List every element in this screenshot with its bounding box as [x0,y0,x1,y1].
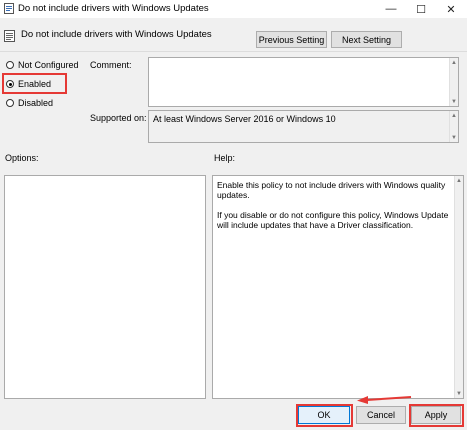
radio-not-configured-label: Not Configured [18,60,79,70]
help-paragraph: If you disable or do not configure this … [217,210,449,230]
radio-not-configured-circle[interactable] [6,61,14,69]
next-setting-button[interactable]: Next Setting [331,31,402,48]
supported-on-field: At least Windows Server 2016 or Windows … [148,110,459,143]
radio-disabled[interactable]: Disabled [6,98,53,108]
comment-label: Comment: [90,60,132,70]
policy-title: Do not include drivers with Windows Upda… [21,29,212,40]
scroll-up-icon[interactable]: ▲ [455,176,463,185]
supported-on-value: At least Windows Server 2016 or Windows … [153,114,336,124]
minimize-button[interactable]: — [376,0,406,18]
scroll-up-icon[interactable]: ▲ [450,58,458,67]
scroll-down-icon[interactable]: ▼ [455,389,463,398]
previous-setting-button[interactable]: Previous Setting [256,31,327,48]
minimize-icon: — [385,3,397,15]
supported-scrollbar[interactable]: ▲ ▼ [449,111,458,142]
policy-setting-icon [4,30,15,42]
help-scrollbar[interactable]: ▲ ▼ [454,176,463,398]
help-paragraph: Enable this policy to not include driver… [217,180,446,200]
apply-button[interactable]: Apply [411,406,461,424]
help-text: Enable this policy to not include driver… [217,180,449,240]
comment-field[interactable]: ▲ ▼ [148,57,459,107]
cancel-button[interactable]: Cancel [356,406,406,424]
options-pane [4,175,206,399]
ok-button[interactable]: OK [298,406,350,424]
policy-window-icon [4,3,14,14]
supported-on-label: Supported on: [90,113,147,123]
options-label: Options: [5,153,39,163]
scroll-down-icon[interactable]: ▼ [450,97,458,106]
scroll-down-icon[interactable]: ▼ [450,133,458,142]
radio-not-configured[interactable]: Not Configured [6,60,79,70]
radio-disabled-label: Disabled [18,98,54,108]
close-button[interactable]: ✕ [436,0,466,18]
comment-scrollbar[interactable]: ▲ ▼ [449,58,458,106]
annotation-arrow-icon [357,396,412,404]
header-divider [0,51,467,52]
enabled-highlight-box [2,73,67,94]
scroll-up-icon[interactable]: ▲ [450,111,458,120]
help-pane: Enable this policy to not include driver… [212,175,464,399]
help-label: Help: [214,153,236,163]
window-title: Do not include drivers with Windows Upda… [18,3,209,14]
maximize-icon: ☐ [416,3,426,16]
maximize-button[interactable]: ☐ [406,0,436,18]
radio-disabled-circle[interactable] [6,99,14,107]
close-icon: ✕ [446,3,456,16]
